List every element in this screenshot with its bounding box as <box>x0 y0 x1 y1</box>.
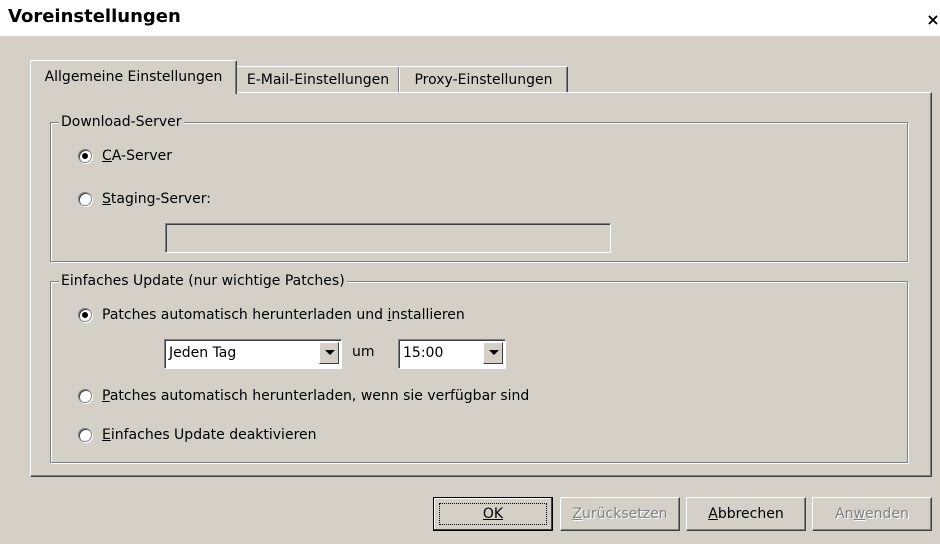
time-at-label: um <box>352 344 375 360</box>
frequency-select[interactable]: Jeden Tag <box>164 339 342 369</box>
tab-proxy-label: Proxy-Einstellungen <box>414 72 553 88</box>
close-icon[interactable]: × <box>926 12 940 28</box>
cancel-button-label: Abbrechen <box>708 506 784 522</box>
radio-disable-update-label: Einfaches Update deaktivieren <box>102 427 317 443</box>
window-title: Voreinstellungen <box>8 6 181 27</box>
time-value: 15:00 <box>403 345 444 361</box>
radio-auto-install-indicator[interactable] <box>78 308 92 322</box>
tab-proxy[interactable]: Proxy-Einstellungen <box>399 66 568 93</box>
radio-staging-server-indicator[interactable] <box>78 192 92 206</box>
time-select[interactable]: 15:00 <box>398 339 506 369</box>
tab-email-label: E-Mail-Einstellungen <box>246 72 390 88</box>
radio-ca-server-label: CA-Server <box>102 148 173 164</box>
radio-ca-server-indicator[interactable] <box>78 149 92 163</box>
simple-update-legend: Einfaches Update (nur wichtige Patches) <box>59 272 347 290</box>
staging-server-input[interactable] <box>165 223 611 253</box>
ok-button[interactable]: OK <box>433 497 553 531</box>
reset-button[interactable]: Zurücksetzen <box>560 497 680 531</box>
apply-button-label: Anwenden <box>835 506 909 522</box>
radio-auto-download-label: Patches automatisch herunterladen, wenn … <box>102 388 530 404</box>
chevron-down-icon[interactable] <box>483 342 503 364</box>
radio-disable-update-indicator[interactable] <box>78 428 92 442</box>
tab-general[interactable]: Allgemeine Einstellungen <box>30 60 237 94</box>
radio-staging-server-label: Staging-Server: <box>102 191 211 207</box>
radio-auto-install-label: Patches automatisch herunterladen und in… <box>102 307 465 323</box>
chevron-down-icon[interactable] <box>319 342 339 364</box>
frequency-value: Jeden Tag <box>169 345 237 361</box>
radio-auto-download-indicator[interactable] <box>78 389 92 403</box>
tab-email[interactable]: E-Mail-Einstellungen <box>236 66 400 93</box>
apply-button[interactable]: Anwenden <box>812 497 932 531</box>
title-bar[interactable]: Voreinstellungen × <box>0 0 940 36</box>
download-server-legend: Download-Server <box>59 113 184 131</box>
reset-button-label: Zurücksetzen <box>572 506 668 522</box>
cancel-button[interactable]: Abbrechen <box>686 497 806 531</box>
tab-general-label: Allgemeine Einstellungen <box>44 69 223 85</box>
